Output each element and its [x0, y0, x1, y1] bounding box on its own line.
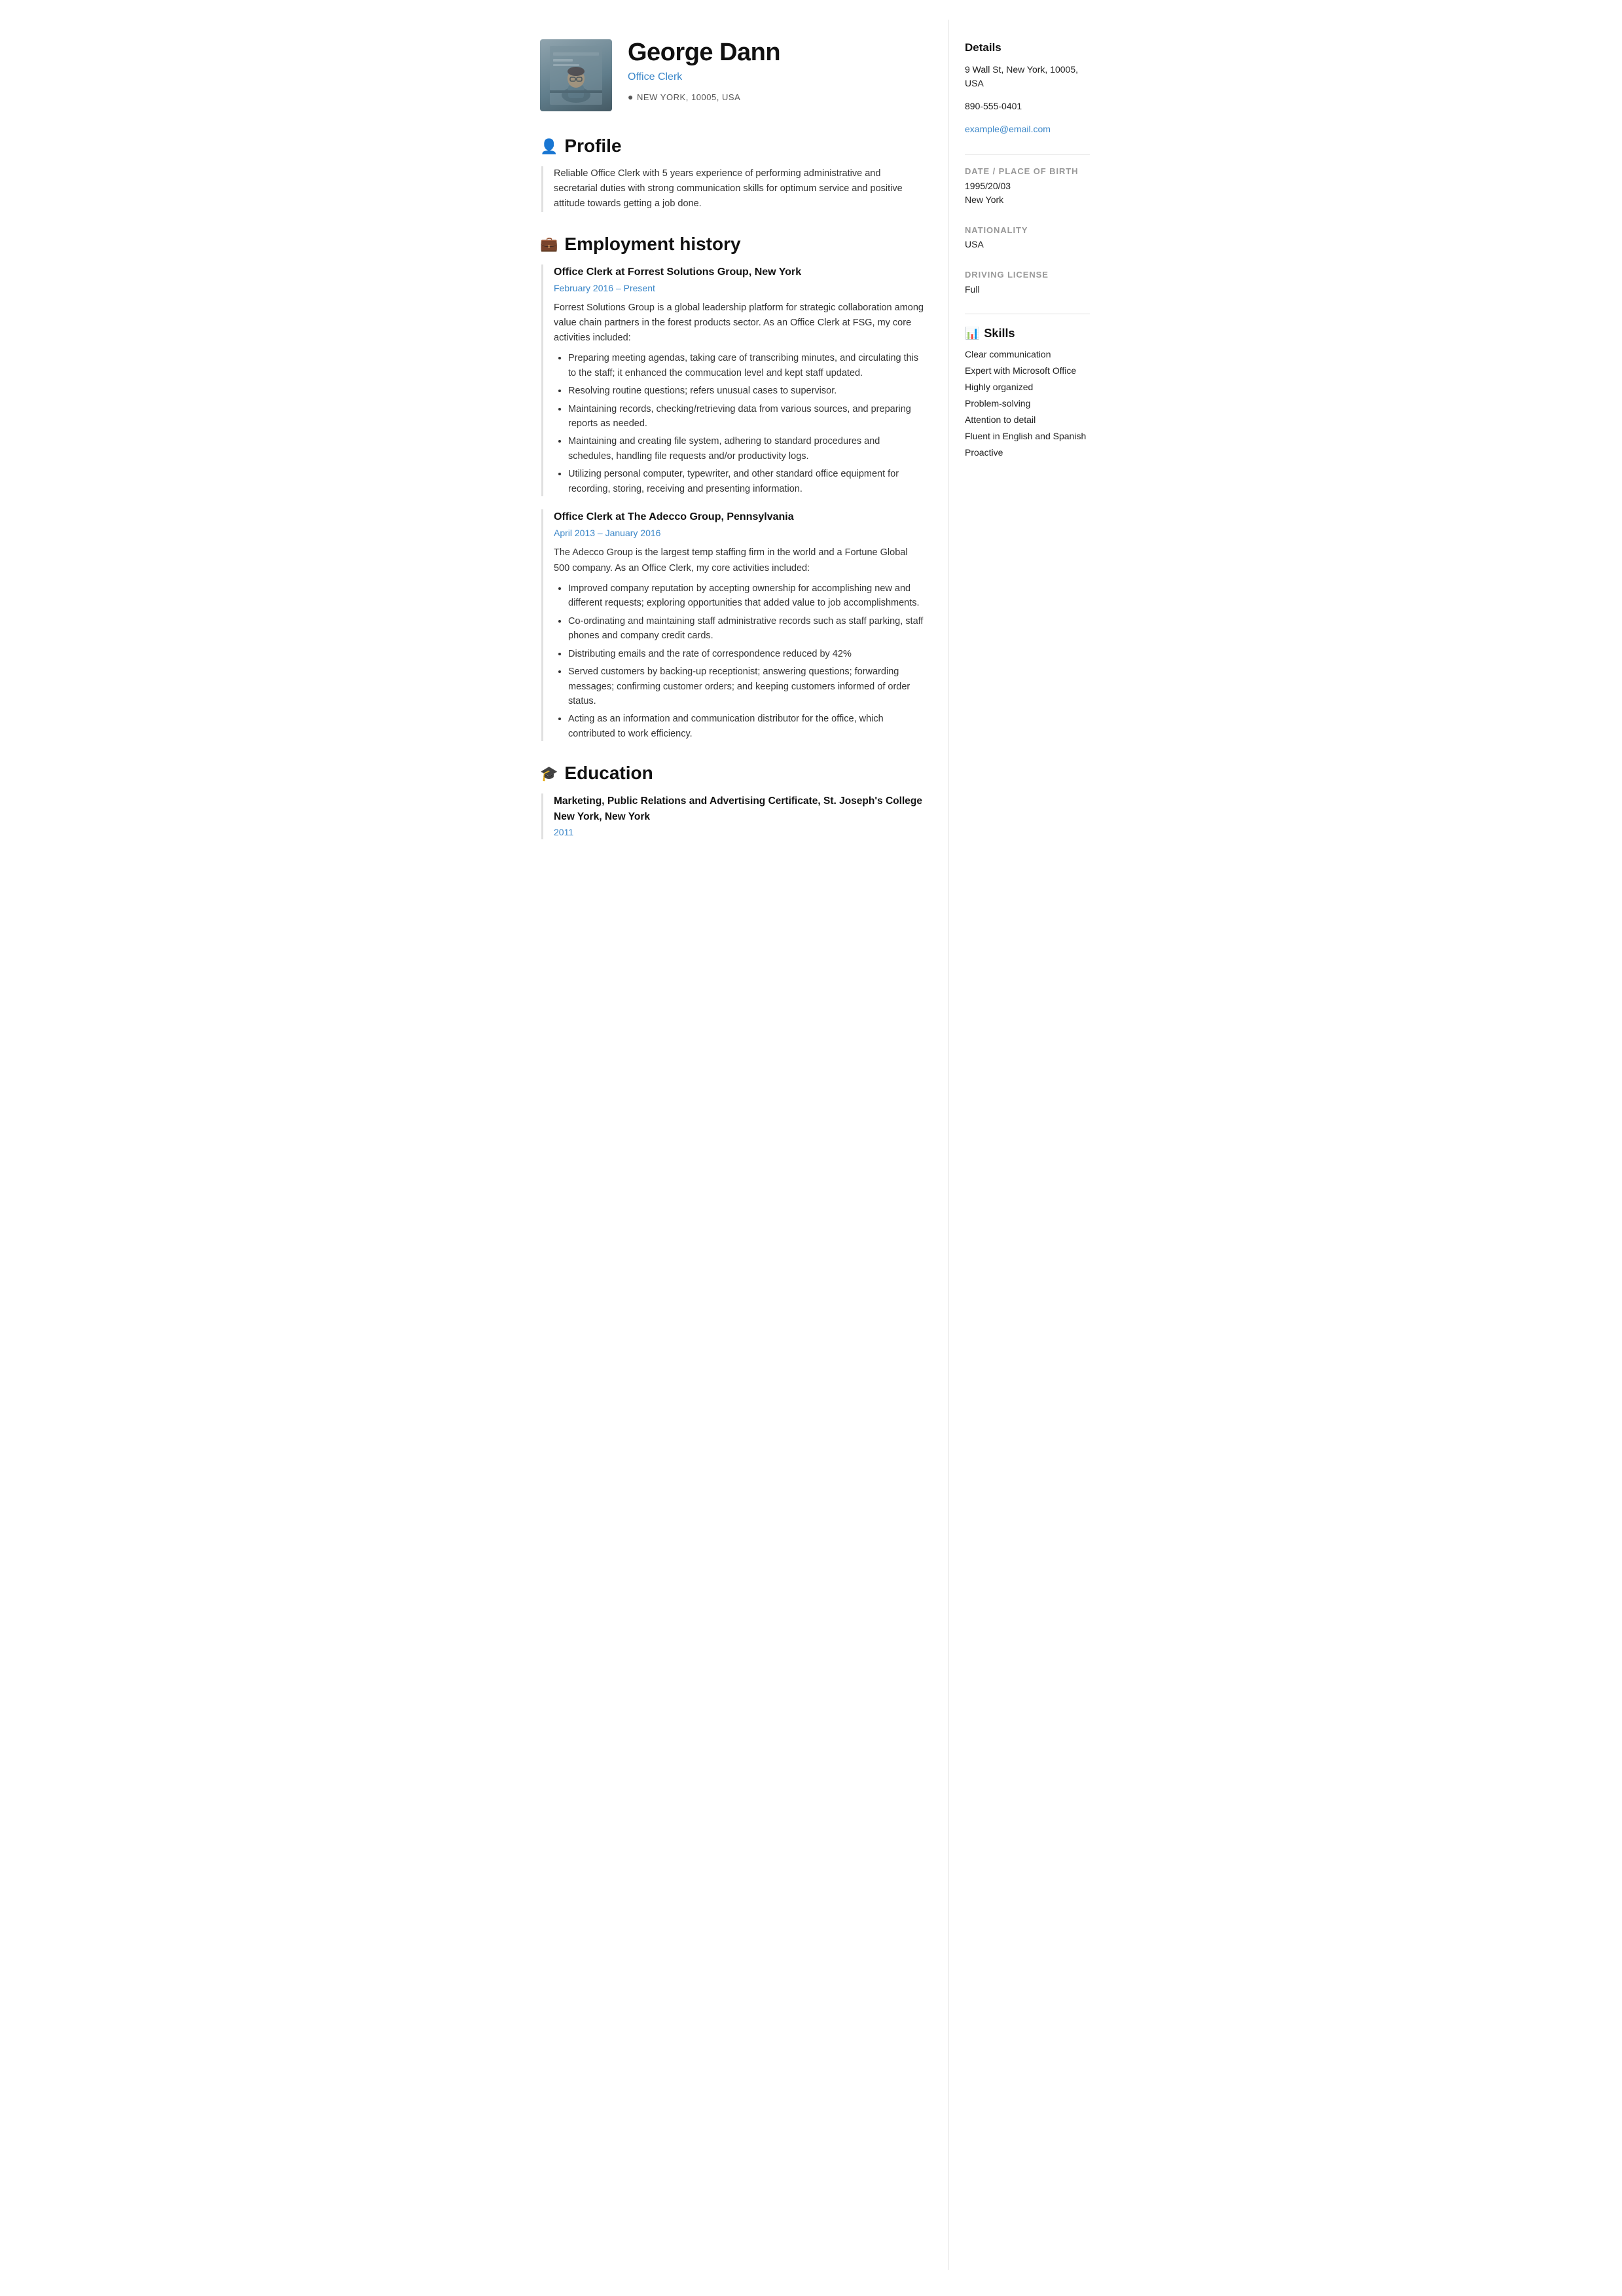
- job-desc-1: Forrest Solutions Group is a global lead…: [554, 301, 925, 346]
- skill-item: Proactive: [965, 446, 1090, 460]
- skill-item: Clear communication: [965, 348, 1090, 361]
- sidebar-dob-value: 1995/20/03 New York: [965, 179, 1090, 207]
- job-dates-1: February 2016 – Present: [554, 282, 925, 295]
- list-item: Served customers by backing-up reception…: [568, 665, 925, 708]
- job-title-1: Office Clerk at Forrest Solutions Group,…: [554, 264, 925, 280]
- employment-section-title: Employment history: [564, 230, 740, 258]
- sidebar-phone: 890-555-0401: [965, 100, 1090, 113]
- job-dates-2: April 2013 – January 2016: [554, 526, 925, 540]
- sidebar: Details 9 Wall St, New York, 10005, USA …: [948, 20, 1106, 2270]
- profile-icon: 👤: [540, 136, 558, 157]
- list-item: Distributing emails and the rate of corr…: [568, 647, 925, 661]
- job-title-2: Office Clerk at The Adecco Group, Pennsy…: [554, 509, 925, 525]
- list-item: Resolving routine questions; refers unus…: [568, 384, 925, 398]
- profile-content: Reliable Office Clerk with 5 years exper…: [541, 166, 925, 212]
- education-section-title: Education: [564, 759, 653, 787]
- education-icon: 🎓: [540, 763, 558, 784]
- sidebar-dob-label: DATE / PLACE OF BIRTH: [965, 165, 1090, 178]
- header-info: George Dann Office Clerk ● NEW YORK, 100…: [628, 39, 925, 104]
- skill-item: Attention to detail: [965, 413, 1090, 427]
- sidebar-address: 9 Wall St, New York, 10005, USA: [965, 63, 1090, 90]
- sidebar-skills-heading: 📊 Skills: [965, 325, 1090, 342]
- education-section-header: 🎓 Education: [540, 759, 925, 787]
- resume-header: George Dann Office Clerk ● NEW YORK, 100…: [540, 39, 925, 111]
- sidebar-skills: 📊 Skills Clear communication Expert with…: [965, 325, 1090, 460]
- location-pin-icon: ●: [628, 90, 634, 104]
- list-item: Maintaining and creating file system, ad…: [568, 434, 925, 464]
- education-section: 🎓 Education Marketing, Public Relations …: [540, 759, 925, 839]
- list-item: Preparing meeting agendas, taking care o…: [568, 351, 925, 380]
- list-item: Utilizing personal computer, typewriter,…: [568, 467, 925, 496]
- sidebar-driving-label: DRIVING LICENSE: [965, 268, 1090, 282]
- candidate-name: George Dann: [628, 39, 925, 67]
- profile-section-title: Profile: [564, 132, 621, 160]
- employment-section: 💼 Employment history Office Clerk at For…: [540, 230, 925, 742]
- candidate-title: Office Clerk: [628, 69, 925, 85]
- skill-item: Expert with Microsoft Office: [965, 364, 1090, 378]
- skill-item: Problem-solving: [965, 397, 1090, 410]
- sidebar-email[interactable]: example@email.com: [965, 124, 1051, 134]
- list-item: Maintaining records, checking/retrieving…: [568, 402, 925, 431]
- sidebar-details-title: Details: [965, 39, 1090, 56]
- job-block-1: Office Clerk at Forrest Solutions Group,…: [541, 264, 925, 497]
- sidebar-driving-value: Full: [965, 283, 1090, 297]
- skill-item: Fluent in English and Spanish: [965, 429, 1090, 443]
- list-item: Acting as an information and communicati…: [568, 712, 925, 741]
- sidebar-details: Details 9 Wall St, New York, 10005, USA …: [965, 39, 1090, 137]
- list-item: Co-ordinating and maintaining staff admi…: [568, 614, 925, 644]
- avatar: [540, 39, 612, 111]
- profile-section-header: 👤 Profile: [540, 132, 925, 160]
- employment-section-header: 💼 Employment history: [540, 230, 925, 258]
- job-desc-2: The Adecco Group is the largest temp sta…: [554, 545, 925, 575]
- profile-text: Reliable Office Clerk with 5 years exper…: [554, 166, 925, 212]
- profile-section: 👤 Profile Reliable Office Clerk with 5 y…: [540, 132, 925, 212]
- job-bullets-1: Preparing meeting agendas, taking care o…: [554, 351, 925, 496]
- job-bullets-2: Improved company reputation by accepting…: [554, 581, 925, 742]
- list-item: Improved company reputation by accepting…: [568, 581, 925, 611]
- job-block-2: Office Clerk at The Adecco Group, Pennsy…: [541, 509, 925, 741]
- edu-degree-1: Marketing, Public Relations and Advertis…: [554, 793, 925, 824]
- sidebar-dob: DATE / PLACE OF BIRTH 1995/20/03 New Yor…: [965, 165, 1090, 207]
- edu-year-1: 2011: [554, 826, 925, 839]
- sidebar-divider-1: [965, 154, 1090, 155]
- sidebar-driving: DRIVING LICENSE Full: [965, 268, 1090, 297]
- skills-bar-icon: 📊: [965, 325, 979, 342]
- education-entry-1: Marketing, Public Relations and Advertis…: [541, 793, 925, 839]
- sidebar-nationality-label: NATIONALITY: [965, 224, 1090, 237]
- skill-item: Highly organized: [965, 380, 1090, 394]
- sidebar-nationality: NATIONALITY USA: [965, 224, 1090, 252]
- candidate-location: ● NEW YORK, 10005, USA: [628, 90, 925, 104]
- employment-icon: 💼: [540, 233, 558, 255]
- sidebar-nationality-value: USA: [965, 238, 1090, 251]
